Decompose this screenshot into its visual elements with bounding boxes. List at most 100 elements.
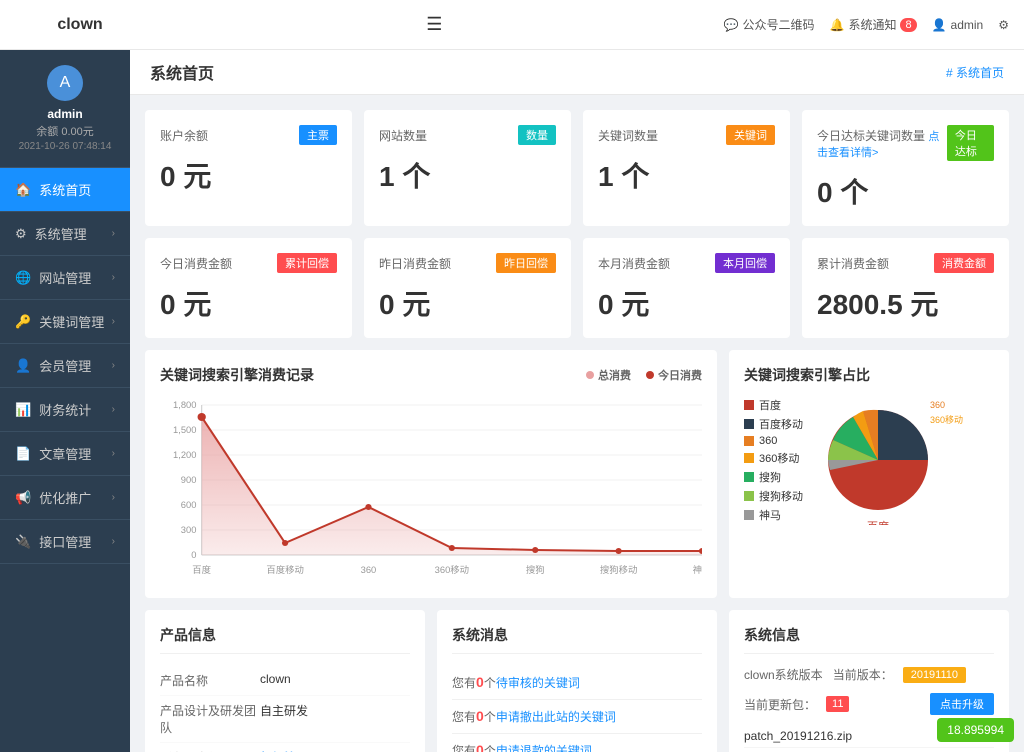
msg-link-3[interactable]: 申请退款的关键词 xyxy=(496,744,592,752)
update-button[interactable]: 点击升级 xyxy=(930,693,994,715)
pie-color-360 xyxy=(744,436,754,446)
system-info-title: 系统信息 xyxy=(744,625,994,654)
settings-button[interactable]: ⚙ xyxy=(998,18,1009,32)
chevron-icon7: › xyxy=(112,492,115,503)
chevron-icon: › xyxy=(112,228,115,239)
patch-count-badge: 11 xyxy=(826,696,849,712)
stat-today-kw: 今日达标关键词数量 点击查看详情> 今日达标 0 个 xyxy=(802,110,1009,226)
keyword-icon: 🔑 xyxy=(15,314,31,330)
legend-total: 总消费 xyxy=(586,367,631,383)
svg-text:搜狗: 搜狗 xyxy=(526,564,545,575)
msg-link-2[interactable]: 申请撤出此站的关键词 xyxy=(496,710,616,724)
msg-item-3: 您有0个申请退款的关键词 xyxy=(452,734,702,752)
svg-text:360移动: 360移动 xyxy=(435,564,469,575)
topbar: clown ☰ 💬 公众号二维码 🔔 系统通知 8 👤 admin ⚙ xyxy=(0,0,1024,50)
stats-row-1: 账户余额 主票 0 元 网站数量 数量 1 个 关键词数量 关键词 xyxy=(145,110,1009,226)
article-icon: 📄 xyxy=(15,446,31,462)
sys-update-row: 当前更新包： 11 点击升级 xyxy=(744,693,994,715)
sidebar-item-system[interactable]: ⚙ 系统管理 › xyxy=(0,212,130,256)
stat-value-total-cost: 2800.5 元 xyxy=(817,283,994,323)
svg-text:0: 0 xyxy=(191,550,196,560)
app-logo: clown xyxy=(15,16,145,34)
patch-item: patch_20200109.zip xyxy=(744,748,994,752)
sidebar-item-website[interactable]: 🌐 网站管理 › xyxy=(0,256,130,300)
breadcrumb-bar: 系统首页 # 系统首页 xyxy=(130,50,1024,95)
admin-user-button[interactable]: 👤 admin xyxy=(932,18,984,32)
today-kw-link[interactable]: 点击查看详情> xyxy=(817,131,939,159)
stat-badge-total-cost: 消费金额 xyxy=(934,253,994,273)
sidebar-item-promotion[interactable]: 📢 优化推广 › xyxy=(0,476,130,520)
svg-text:1,500: 1,500 xyxy=(173,425,196,435)
pie-color-shenma xyxy=(744,510,754,520)
pie-title: 关键词搜索引擎占比 xyxy=(744,365,994,385)
wechat-qr-button[interactable]: 💬 公众号二维码 xyxy=(724,16,815,33)
legend-dot-today xyxy=(646,371,654,379)
stat-value-today-kw: 0 个 xyxy=(817,171,994,211)
area-chart-card: 关键词搜索引擎消费记录 总消费 今日消费 xyxy=(145,350,717,598)
sidebar-item-keywords[interactable]: 🔑 关键词管理 › xyxy=(0,300,130,344)
stat-badge-yesterday-cost: 昨日回偿 xyxy=(496,253,556,273)
user-balance: 余额 0.00元 xyxy=(36,123,93,139)
chart-section: 关键词搜索引擎消费记录 总消费 今日消费 xyxy=(145,350,1009,598)
pie-chart-svg: 百度 xyxy=(813,395,943,525)
msg-link-1[interactable]: 待审核的关键词 xyxy=(496,676,580,690)
system-messages-card: 系统消息 您有0个待审核的关键词 您有0个申请撤出此站的关键词 您有0个申请退款… xyxy=(437,610,717,752)
chevron-icon3: › xyxy=(112,316,115,327)
sidebar-menu: 🏠 系统首页 ⚙ 系统管理 › 🌐 网站管理 › � xyxy=(0,168,130,564)
pie-color-sougou xyxy=(744,472,754,482)
legend-today: 今日消费 xyxy=(646,367,702,383)
float-button[interactable]: 18.895994 xyxy=(937,718,1014,742)
stat-badge-keywords: 关键词 xyxy=(726,125,775,145)
sidebar-item-articles[interactable]: 📄 文章管理 › xyxy=(0,432,130,476)
pie-color-baidumob xyxy=(744,419,754,429)
pie-labels: 360 360移动 xyxy=(930,400,963,426)
svg-text:神马: 神马 xyxy=(693,564,702,575)
stat-value-yesterday-cost: 0 元 xyxy=(379,283,556,323)
pie-color-sougouMob xyxy=(744,491,754,501)
bell-icon: 🔔 xyxy=(829,18,844,32)
user-time: 2021-10-26 07:48:14 xyxy=(19,141,112,152)
sidebar-item-api[interactable]: 🔌 接口管理 › xyxy=(0,520,130,564)
notify-badge: 8 xyxy=(900,18,916,32)
member-icon: 👤 xyxy=(15,358,31,374)
wechat-icon: 💬 xyxy=(724,18,739,32)
content-area: 账户余额 主票 0 元 网站数量 数量 1 个 关键词数量 关键词 xyxy=(130,95,1024,752)
hamburger-icon[interactable]: ☰ xyxy=(426,14,442,35)
sidebar-item-home[interactable]: 🏠 系统首页 xyxy=(0,168,130,212)
area-chart-svg: 1,800 1,500 1,200 900 600 300 0 xyxy=(160,395,702,580)
legend-dot-total xyxy=(586,371,594,379)
pie-baidumob xyxy=(878,410,928,460)
product-info-title: 产品信息 xyxy=(160,625,410,654)
svg-text:1,800: 1,800 xyxy=(173,400,196,410)
info-row-team: 产品设计及研发团队 自主研发 xyxy=(160,696,410,743)
stats-row-2: 今日消费金额 累计回偿 0 元 昨日消费金额 昨日回偿 0 元 本月消费金额 本 xyxy=(145,238,1009,338)
stat-keywords: 关键词数量 关键词 1 个 xyxy=(583,110,790,226)
svg-text:360: 360 xyxy=(361,565,377,575)
breadcrumb-home[interactable]: # 系统首页 xyxy=(946,66,1004,80)
user-icon: 👤 xyxy=(932,18,947,32)
system-notify-button[interactable]: 🔔 系统通知 8 xyxy=(829,16,916,33)
promo-icon: 📢 xyxy=(15,490,31,506)
stat-value-balance: 0 元 xyxy=(160,155,337,195)
sidebar-item-finance[interactable]: 📊 财务统计 › xyxy=(0,388,130,432)
msg-item-2: 您有0个申请撤出此站的关键词 xyxy=(452,700,702,734)
website-icon: 🌐 xyxy=(15,270,31,286)
svg-text:600: 600 xyxy=(181,500,197,510)
msg-item-1: 您有0个待审核的关键词 xyxy=(452,666,702,700)
gear-icon: ⚙ xyxy=(998,18,1009,32)
bottom-section: 产品信息 产品名称 clown 产品设计及研发团队 自主研发 所在用户组 超级管… xyxy=(145,610,1009,752)
sidebar-item-members[interactable]: 👤 会员管理 › xyxy=(0,344,130,388)
stat-badge-balance: 主票 xyxy=(299,125,337,145)
finance-icon: 📊 xyxy=(15,402,31,418)
stat-badge-today-cost: 累计回偿 xyxy=(277,253,337,273)
product-info-card: 产品信息 产品名称 clown 产品设计及研发团队 自主研发 所在用户组 超级管… xyxy=(145,610,425,752)
sys-version-row: clown系统版本 当前版本： 20191110 xyxy=(744,666,994,683)
chart-legend: 总消费 今日消费 xyxy=(586,367,702,383)
stat-value-websites: 1 个 xyxy=(379,155,556,195)
chevron-icon4: › xyxy=(112,360,115,371)
sidebar: A admin 余额 0.00元 2021-10-26 07:48:14 🏠 系… xyxy=(0,50,130,752)
pie-color-360mob xyxy=(744,453,754,463)
stat-month-cost: 本月消费金额 本月回偿 0 元 xyxy=(583,238,790,338)
stat-total-cost: 累计消费金额 消费金额 2800.5 元 xyxy=(802,238,1009,338)
stat-badge-websites: 数量 xyxy=(518,125,556,145)
